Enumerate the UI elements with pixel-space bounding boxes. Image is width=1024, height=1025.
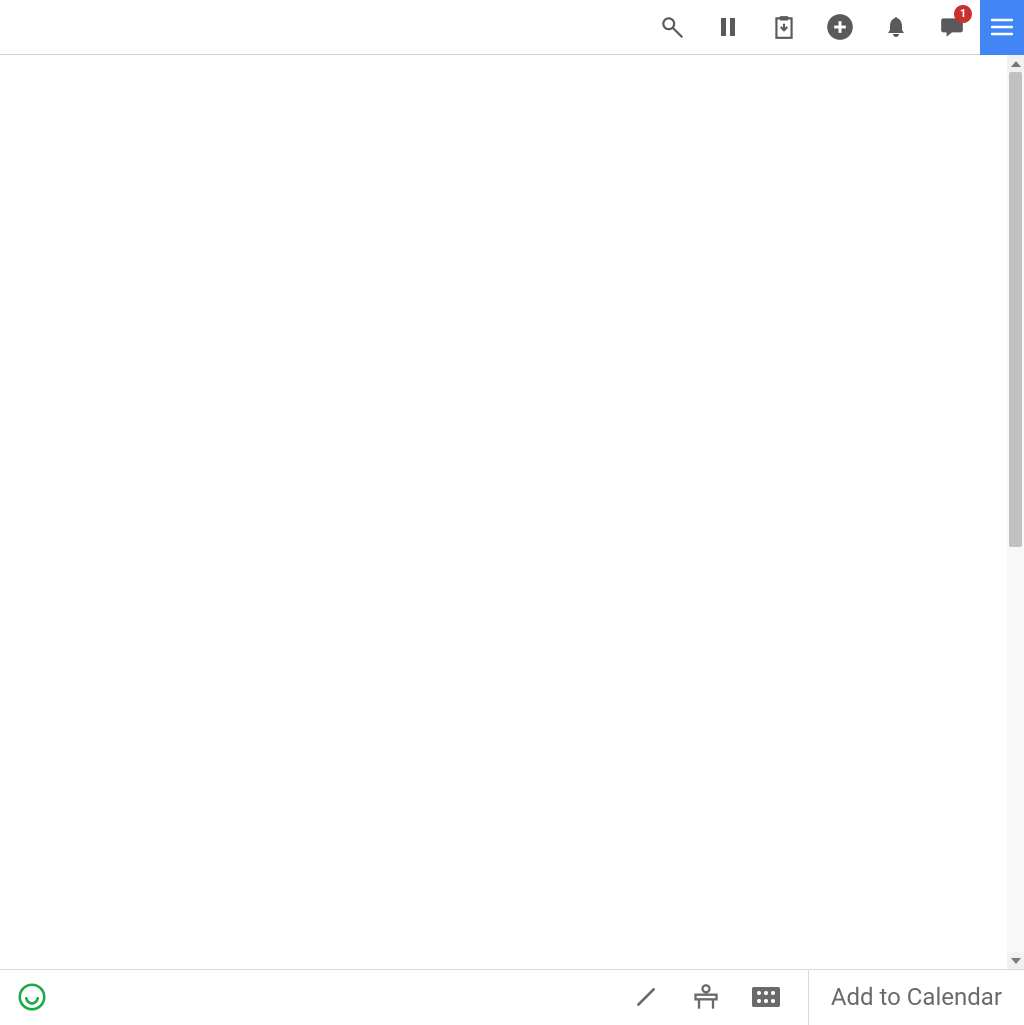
edit-button[interactable] [616,970,676,1025]
add-to-calendar-button[interactable]: Add to Calendar [808,970,1024,1025]
scroll-track[interactable] [1007,72,1024,952]
scroll-down-button[interactable] [1007,952,1024,969]
pause-button[interactable] [700,0,756,55]
chevron-down-icon [1011,958,1021,964]
smile-button[interactable] [18,983,46,1011]
menu-icon [991,18,1013,36]
grid-button[interactable] [736,970,796,1025]
toolbar-icon-group: 1 [644,0,1024,55]
clipboard-button[interactable] [756,0,812,55]
chat-badge: 1 [954,5,972,23]
chevron-up-icon [1011,61,1021,67]
smile-icon [18,983,46,1011]
bottom-left-group [0,983,46,1011]
clipboard-icon [771,14,797,40]
occupancy-button[interactable] [676,970,736,1025]
top-toolbar: 1 [0,0,1024,55]
scroll-thumb[interactable] [1009,72,1022,547]
chat-button[interactable]: 1 [924,0,980,55]
search-button[interactable] [644,0,700,55]
bottom-toolbar: Add to Calendar [0,969,1024,1024]
menu-button[interactable] [980,0,1024,55]
bell-icon [884,14,908,40]
content-area [0,55,1007,969]
search-icon [659,14,685,40]
scroll-up-button[interactable] [1007,55,1024,72]
occupancy-icon [692,983,720,1011]
add-icon [826,13,854,41]
pause-icon [716,15,740,39]
edit-icon [633,984,659,1010]
vertical-scrollbar[interactable] [1007,55,1024,969]
notifications-button[interactable] [868,0,924,55]
calendar-button-label: Add to Calendar [831,983,1002,1011]
add-button[interactable] [812,0,868,55]
grid-icon [752,987,780,1007]
bottom-icon-group [616,970,808,1025]
